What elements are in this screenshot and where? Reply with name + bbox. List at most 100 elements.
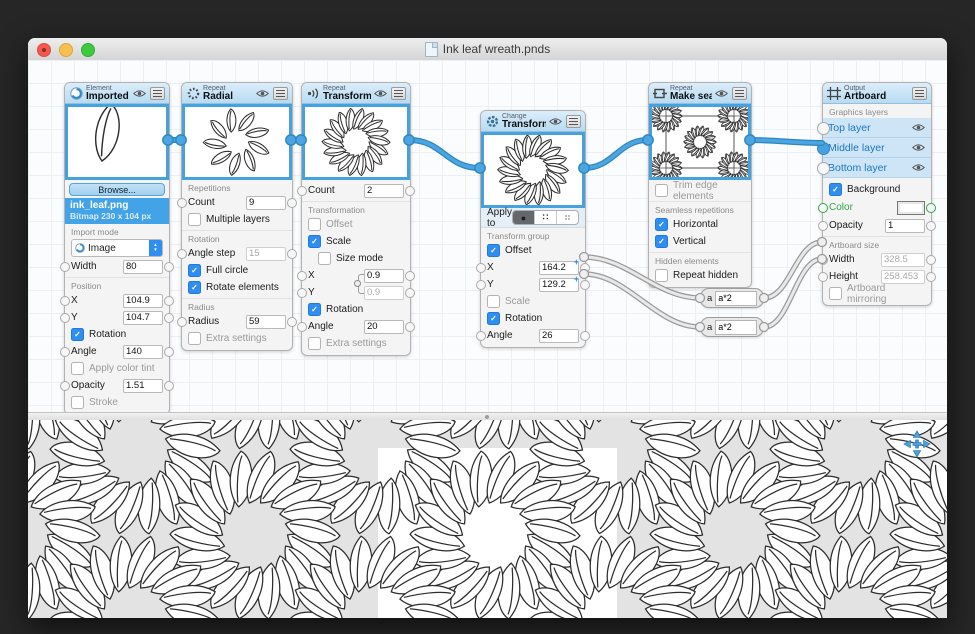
visibility-eye-icon[interactable] (715, 88, 729, 98)
node-header[interactable]: Element Imported (65, 83, 169, 104)
node-header[interactable]: Repeat Transform (302, 83, 410, 104)
layer-eye-icon[interactable] (912, 163, 926, 173)
node-menu-icon[interactable] (391, 86, 406, 100)
move-tool-icon[interactable] (903, 430, 931, 458)
x-row: X 104.9 (60, 292, 174, 309)
expression-field[interactable]: a*2 (715, 290, 757, 306)
node-header[interactable]: Repeat Radial (182, 83, 292, 104)
stroke-checkbox[interactable] (71, 396, 84, 409)
vertical-checkbox[interactable] (655, 235, 668, 248)
angle-step-field[interactable]: 15 (246, 246, 286, 261)
offset-checkbox[interactable] (308, 218, 321, 231)
node-title: Imported (86, 90, 129, 102)
full-circle-checkbox[interactable] (188, 264, 201, 277)
node-menu-icon[interactable] (732, 86, 747, 100)
node-menu-icon[interactable] (566, 114, 581, 128)
layer-row-bottom[interactable]: Bottom layer (817, 158, 931, 178)
offset-checkbox[interactable] (487, 244, 500, 257)
artboard-height-label: Height (829, 271, 858, 282)
browse-button[interactable]: Browse... (69, 183, 165, 196)
scale-checkbox[interactable] (487, 295, 500, 308)
repeat-hidden-checkbox[interactable] (655, 269, 668, 282)
minimize-button[interactable] (59, 43, 73, 57)
count-field[interactable]: 9 (246, 195, 286, 210)
color-tint-checkbox[interactable] (71, 362, 84, 375)
pattern-preview[interactable] (28, 420, 947, 618)
visibility-eye-icon[interactable] (256, 88, 270, 98)
layer-eye-icon[interactable] (912, 143, 926, 153)
visibility-eye-icon[interactable] (374, 88, 388, 98)
angle-field[interactable]: 26 (539, 328, 579, 343)
node-output-artboard[interactable]: Output Artboard Graphics layers Top layer… (817, 82, 936, 306)
color-swatch[interactable] (897, 200, 925, 215)
y-field[interactable]: 0.9 (364, 285, 404, 300)
node-change-transform[interactable]: ChangeTransform Apply to Transform group… (476, 110, 590, 348)
angle-field[interactable]: 140 (123, 344, 163, 359)
input-connector[interactable] (817, 162, 830, 175)
node-menu-icon[interactable] (912, 86, 927, 100)
apply-each-segment-icon[interactable] (534, 211, 556, 224)
count-field[interactable]: 2 (364, 183, 404, 198)
node-repeat-radial[interactable]: Repeat Radial Repetitions Count 9 Multiple… (177, 82, 297, 351)
artboard-width-field[interactable]: 328.5 (881, 252, 925, 267)
count-label: Count (188, 197, 215, 208)
file-info-band: ink_leaf.png Bitmap 230 x 104 px (65, 198, 169, 224)
layer-row-middle[interactable]: Middle layer (817, 138, 931, 158)
node-preview-wreath (182, 104, 292, 180)
rotation-checkbox[interactable] (487, 312, 500, 325)
zoom-button[interactable] (81, 43, 95, 57)
node-header[interactable]: ChangeTransform (481, 111, 585, 132)
y-field[interactable]: 104.7 (123, 310, 163, 325)
expression-field[interactable]: a*2 (715, 319, 757, 335)
rotation-checkbox[interactable] (308, 303, 321, 316)
x-field[interactable]: 104.9 (123, 293, 163, 308)
x-field[interactable]: 0.9 (364, 268, 404, 283)
import-mode-select[interactable]: Image (71, 239, 163, 257)
multiple-layers-checkbox[interactable] (188, 213, 201, 226)
close-button[interactable] (37, 43, 51, 57)
y-field[interactable]: 129.2 + (539, 274, 579, 292)
horizontal-checkbox[interactable] (655, 218, 668, 231)
scale-checkbox[interactable] (308, 235, 321, 248)
section-hidden-elements: Hidden elements (649, 252, 751, 267)
trim-edge-checkbox[interactable] (655, 184, 668, 197)
artboard-height-field[interactable]: 258.453 (881, 269, 925, 284)
expression-node[interactable]: a a*2 (700, 288, 764, 308)
node-canvas[interactable]: Element Imported Browse... ink_leaf.png B… (28, 60, 947, 412)
x-field[interactable]: 164.2 + (539, 257, 579, 275)
radius-field[interactable]: 59 (246, 314, 286, 329)
node-element-imported[interactable]: Element Imported Browse... ink_leaf.png B… (60, 82, 174, 412)
color-label: Color (829, 202, 853, 213)
extra-settings-checkbox[interactable] (308, 337, 321, 350)
width-field[interactable]: 80 (123, 259, 163, 274)
visibility-eye-icon[interactable] (133, 88, 147, 98)
layer-row-top[interactable]: Top layer (817, 118, 931, 138)
layer-eye-icon[interactable] (912, 123, 926, 133)
apply-all-segment-icon[interactable] (513, 211, 535, 224)
expression-node[interactable]: a a*2 (700, 317, 764, 337)
size-mode-checkbox[interactable] (318, 252, 331, 265)
rotate-elements-checkbox[interactable] (188, 281, 201, 294)
visibility-eye-icon[interactable] (549, 116, 563, 126)
stepper-icon[interactable] (149, 240, 162, 256)
extra-settings-checkbox[interactable] (188, 332, 201, 345)
node-header[interactable]: RepeatMake seamless (649, 83, 751, 104)
node-header[interactable]: Output Artboard (823, 83, 931, 104)
node-make-seamless[interactable]: RepeatMake seamless Trim edge elements S… (648, 82, 752, 288)
opacity-field[interactable]: 1 (885, 218, 925, 233)
node-repeat-transform[interactable]: Repeat Transform Count 2 Transformation Of… (297, 82, 415, 356)
y-label: Y (308, 287, 315, 298)
apply-subset-segment-icon[interactable] (556, 211, 578, 224)
input-connector[interactable] (817, 142, 830, 155)
mirroring-checkbox[interactable] (829, 287, 842, 300)
input-connector[interactable] (817, 122, 830, 135)
background-checkbox[interactable] (829, 183, 842, 196)
node-menu-icon[interactable] (273, 86, 288, 100)
opacity-field[interactable]: 1.51 (123, 378, 163, 393)
node-menu-icon[interactable] (150, 86, 165, 100)
rotation-checkbox[interactable] (71, 328, 84, 341)
node-title: Artboard (844, 90, 887, 102)
rotate-elements-row: Rotate elements (182, 279, 292, 296)
angle-field[interactable]: 20 (364, 319, 404, 334)
window-titlebar[interactable]: Ink leaf wreath.pnds (28, 38, 947, 61)
